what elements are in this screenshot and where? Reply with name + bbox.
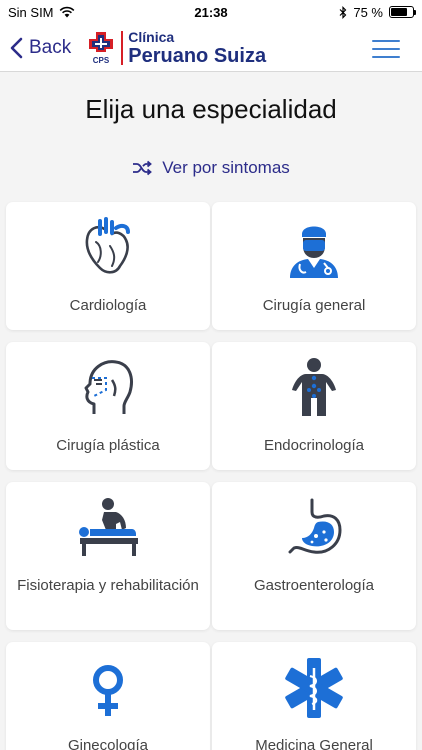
logo-line-2: Peruano Suiza: [128, 44, 267, 67]
specialty-card-gastroenterologia[interactable]: Gastroenterología: [212, 482, 416, 630]
massage-icon: [79, 498, 138, 556]
heart-icon: [85, 217, 130, 274]
logo-divider: [121, 30, 124, 65]
logo-line-1: Clínica: [128, 28, 175, 45]
bluetooth-icon: [339, 5, 347, 19]
battery-level: [391, 8, 407, 16]
specialty-label: Endocrinología: [263, 437, 365, 454]
clinic-logo: CPS Clínica Peruano Suiza: [85, 30, 266, 66]
back-button[interactable]: Back: [10, 37, 71, 59]
logo-badge: CPS: [93, 56, 110, 65]
specialty-card-endocrinologia[interactable]: Endocrinología: [212, 342, 416, 470]
status-bar: Sin SIM 21:38 75 %: [0, 0, 422, 24]
hamburger-menu-icon[interactable]: [372, 40, 400, 58]
specialty-card-ginecologia[interactable]: Ginecología: [6, 642, 210, 750]
chevron-left-icon: [10, 37, 23, 58]
specialty-card-cirugia-plastica[interactable]: Cirugía plástica: [6, 342, 210, 470]
clinic-cross-logo-icon: CPS: [85, 30, 117, 66]
specialty-card-cirugia-general[interactable]: Cirugía general: [212, 202, 416, 330]
body-glands-icon: [292, 358, 336, 416]
wifi-icon: [59, 6, 74, 18]
nav-bar: Back CPS Clínica Peruano Suiza: [0, 24, 422, 72]
battery-percent: 75 %: [353, 4, 383, 20]
surgeon-icon: [290, 226, 338, 278]
shuffle-icon: [133, 160, 153, 176]
status-right: 75 %: [339, 4, 416, 20]
specialty-card-cardiologia[interactable]: Cardiología: [6, 202, 210, 330]
specialty-grid: Cardiología Cirugía general Cirugía plás…: [6, 202, 416, 750]
specialty-card-medicina-general[interactable]: Medicina General: [212, 642, 416, 750]
symptoms-link-label: Ver por sintomas: [162, 158, 290, 177]
view-by-symptoms-link[interactable]: Ver por sintomas: [0, 158, 422, 178]
logo-text: Clínica Peruano Suiza: [128, 30, 266, 66]
battery-icon: [389, 6, 416, 18]
stomach-icon: [288, 498, 342, 554]
specialty-label: Fisioterapia y rehabilitación: [17, 577, 199, 594]
specialty-label: Gastroenterología: [253, 577, 375, 594]
specialty-card-fisioterapia[interactable]: Fisioterapia y rehabilitación: [6, 482, 210, 630]
face-profile-icon: [84, 360, 133, 414]
carrier-label: Sin SIM: [8, 4, 54, 20]
specialty-label: Medicina General: [255, 737, 373, 750]
specialty-label: Ginecología: [67, 737, 149, 750]
page-title: Elija una especialidad: [85, 94, 337, 124]
female-symbol-icon: [93, 665, 123, 716]
specialty-label: Cirugía general: [262, 297, 366, 314]
specialty-label: Cardiología: [69, 297, 147, 314]
status-left: Sin SIM: [8, 5, 75, 20]
star-of-life-icon: [285, 658, 343, 718]
specialty-label: Cirugía plástica: [56, 437, 160, 454]
back-label: Back: [29, 36, 72, 58]
